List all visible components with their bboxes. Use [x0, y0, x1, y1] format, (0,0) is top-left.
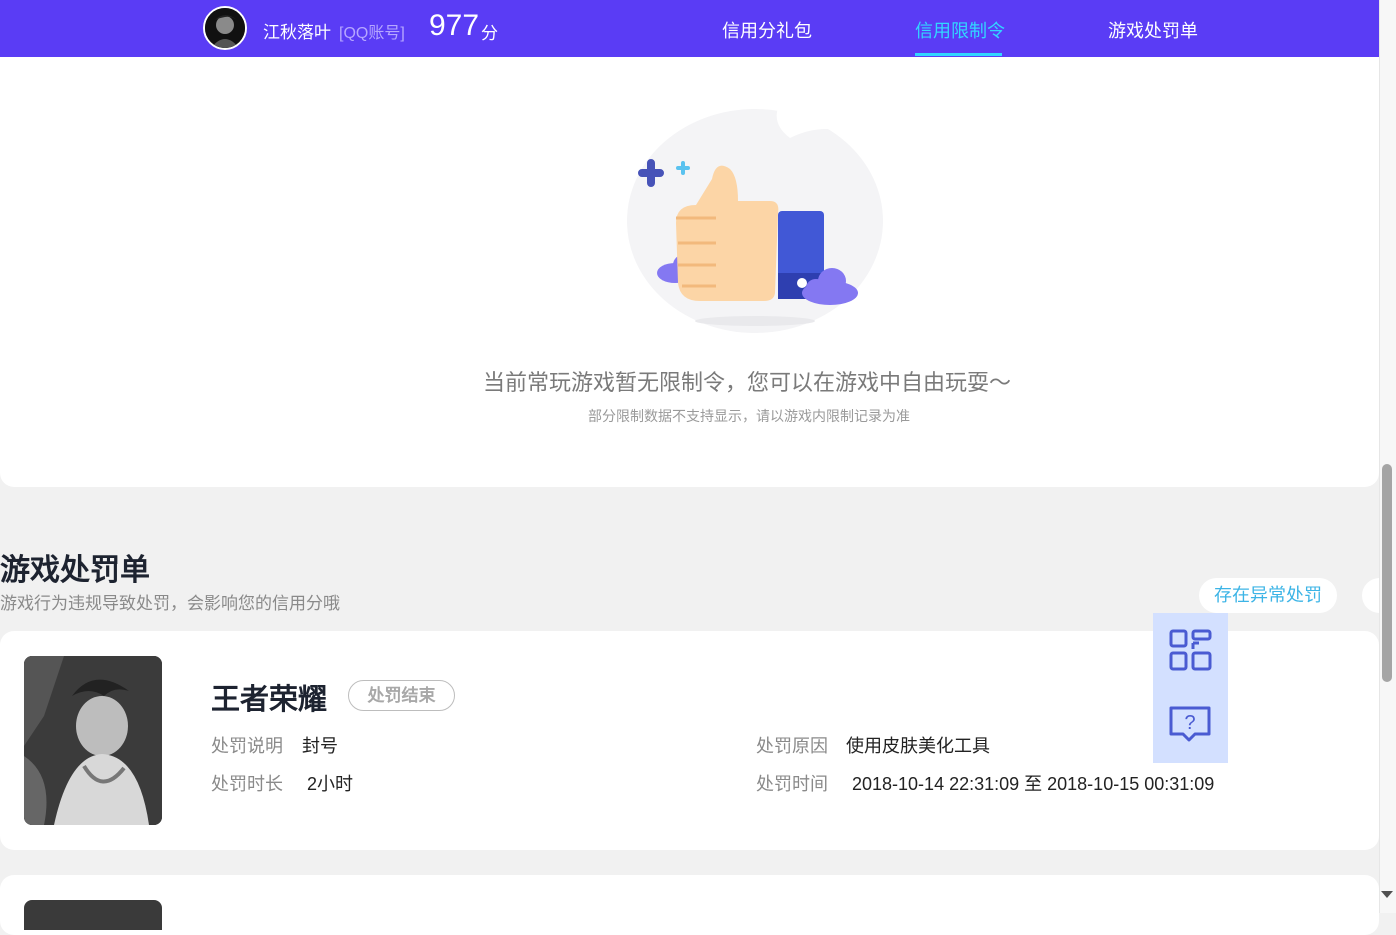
- top-nav-bar: 江秋落叶 [QQ账号] 977 分 信用分礼包 信用限制令 游戏处罚单: [0, 0, 1379, 57]
- section-subtitle-penalty: 游戏行为违规导致处罚，会影响您的信用分哦: [0, 594, 340, 613]
- scrollbar-thumb[interactable]: [1382, 464, 1392, 682]
- filter-abnormal-penalty-button[interactable]: 存在异常处罚: [1199, 578, 1337, 613]
- game-thumbnail: [24, 900, 162, 930]
- penalty-desc-label: 处罚说明: [211, 736, 283, 756]
- avatar[interactable]: [203, 6, 247, 50]
- help-chat-icon[interactable]: ?: [1153, 688, 1228, 763]
- section-title-penalty: 游戏处罚单: [0, 554, 150, 587]
- empty-restriction-note: 部分限制数据不支持显示，请以游戏内限制记录为准: [588, 408, 910, 424]
- active-tab-indicator: [915, 53, 1002, 56]
- empty-restriction-message: 当前常玩游戏暂无限制令，您可以在游戏中自由玩耍～: [482, 370, 1011, 395]
- penalty-time-label: 处罚时间: [756, 774, 828, 794]
- penalty-reason-label: 处罚原因: [756, 736, 828, 756]
- credit-score-unit: 分: [481, 24, 498, 43]
- penalty-duration-value: 2小时: [307, 774, 354, 794]
- username: 江秋落叶: [263, 23, 331, 42]
- scroll-down-arrow-icon[interactable]: [1381, 891, 1393, 898]
- penalty-desc-value: 封号: [302, 736, 338, 756]
- penalty-duration-label: 处罚时长: [211, 774, 283, 794]
- tab-credit-restriction[interactable]: 信用限制令: [915, 17, 1005, 43]
- status-badge: 处罚结束: [348, 680, 455, 711]
- thumbs-up-icon: [620, 93, 890, 333]
- tab-credit-gift[interactable]: 信用分礼包: [722, 17, 812, 43]
- penalty-time-value: 2018-10-14 22:31:09 至 2018-10-15 00:31:0…: [852, 774, 1215, 794]
- account-type: [QQ账号]: [339, 25, 405, 42]
- svg-text:?: ?: [1184, 712, 1195, 734]
- game-thumbnail: [24, 656, 162, 825]
- scrollbar-track[interactable]: [1379, 0, 1396, 913]
- penalty-card: [0, 875, 1379, 935]
- qr-code-icon[interactable]: [1153, 613, 1228, 688]
- credit-score: 977: [429, 9, 480, 42]
- game-name: 王者荣耀: [211, 684, 328, 716]
- penalty-reason-value: 使用皮肤美化工具: [846, 736, 990, 756]
- tab-game-penalty[interactable]: 游戏处罚单: [1108, 17, 1198, 43]
